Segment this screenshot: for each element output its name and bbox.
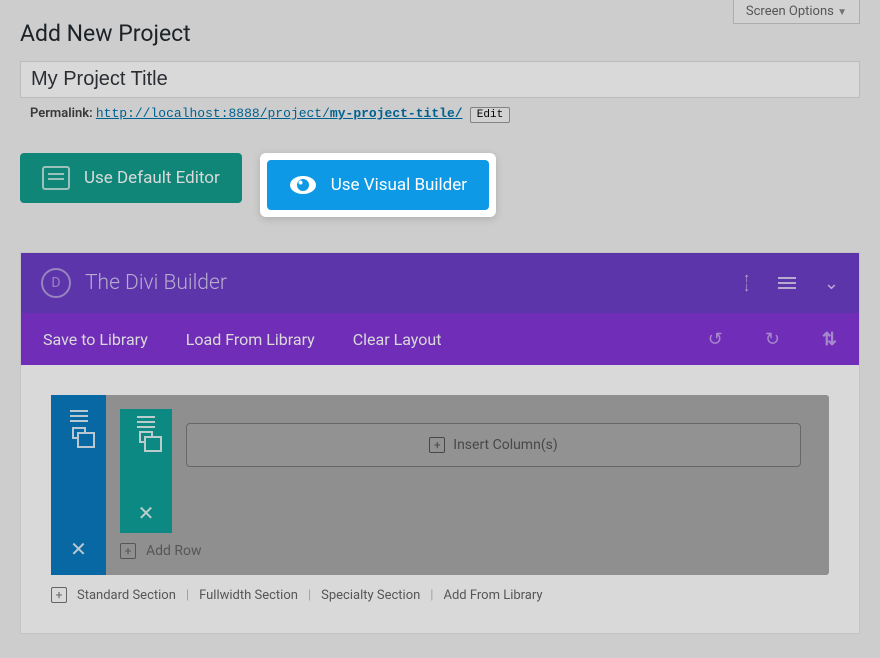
- divi-title: The Divi Builder: [85, 271, 227, 295]
- screen-options-toggle[interactable]: Screen Options: [733, 0, 860, 24]
- swap-icon[interactable]: ↑↓: [743, 274, 750, 292]
- add-row-label: Add Row: [146, 543, 202, 559]
- load-library-button[interactable]: Load From Library: [186, 330, 315, 349]
- permalink-link[interactable]: http://localhost:8888/project/my-project…: [96, 106, 463, 121]
- add-from-library-link[interactable]: Add From Library: [443, 588, 542, 603]
- add-row-button[interactable]: + Add Row: [120, 543, 815, 559]
- row-toolbar: ✕: [120, 409, 172, 533]
- permalink-base: http://localhost:8888/project/: [96, 106, 330, 121]
- visual-builder-label: Use Visual Builder: [331, 175, 467, 195]
- menu-icon[interactable]: [778, 282, 796, 284]
- row-delete-icon[interactable]: ✕: [138, 503, 155, 523]
- screen-options-label: Screen Options: [746, 4, 834, 19]
- editor-icon: [42, 166, 70, 190]
- history-icon[interactable]: ⇅: [822, 329, 837, 350]
- plus-icon: +: [429, 437, 445, 453]
- permalink-slug: my-project-title/: [330, 106, 463, 121]
- page-title: Add New Project: [20, 20, 860, 47]
- permalink-row: Permalink: http://localhost:8888/project…: [20, 106, 860, 123]
- project-title-input[interactable]: [20, 61, 860, 98]
- fullwidth-section-link[interactable]: Fullwidth Section: [199, 588, 298, 603]
- section-toolbar: ✕: [51, 395, 106, 575]
- section-content: ✕ + Insert Column(s) + Add Row: [106, 395, 829, 575]
- section-duplicate-icon[interactable]: [72, 427, 86, 439]
- row-content: + Insert Column(s): [172, 409, 815, 533]
- collapse-icon[interactable]: ⌄: [824, 273, 839, 294]
- divi-builder-panel: D The Divi Builder ↑↓ ⌄ Save to Library …: [20, 252, 860, 634]
- divi-logo-icon: D: [41, 268, 71, 298]
- row-duplicate-icon[interactable]: [139, 431, 153, 443]
- highlighted-frame: Use Visual Builder: [260, 153, 496, 217]
- clear-layout-button[interactable]: Clear Layout: [353, 330, 442, 349]
- undo-icon[interactable]: ↺: [708, 329, 723, 350]
- plus-icon: +: [51, 587, 67, 603]
- divi-canvas: ✕ ✕ + Insert Column(s): [21, 365, 859, 633]
- insert-columns-button[interactable]: + Insert Column(s): [186, 423, 801, 467]
- divi-subheader: Save to Library Load From Library Clear …: [21, 313, 859, 365]
- permalink-label: Permalink:: [30, 106, 93, 121]
- section-settings-icon[interactable]: [70, 415, 88, 417]
- divi-header: D The Divi Builder ↑↓ ⌄: [21, 253, 859, 313]
- eye-icon: [289, 175, 317, 195]
- use-visual-builder-button[interactable]: Use Visual Builder: [267, 160, 489, 210]
- insert-columns-label: Insert Column(s): [453, 437, 557, 453]
- row-settings-icon[interactable]: [137, 421, 155, 423]
- use-default-editor-button[interactable]: Use Default Editor: [20, 153, 242, 203]
- redo-icon[interactable]: ↻: [765, 329, 780, 350]
- section-type-footer: + Standard Section | Fullwidth Section |…: [51, 587, 829, 603]
- row-box: ✕ + Insert Column(s): [120, 409, 815, 533]
- plus-icon: +: [120, 543, 136, 559]
- section-delete-icon[interactable]: ✕: [70, 539, 87, 559]
- specialty-section-link[interactable]: Specialty Section: [321, 588, 420, 603]
- section-box: ✕ ✕ + Insert Column(s): [51, 395, 829, 575]
- edit-permalink-button[interactable]: Edit: [470, 107, 510, 123]
- standard-section-link[interactable]: Standard Section: [77, 588, 176, 603]
- save-library-button[interactable]: Save to Library: [43, 330, 148, 349]
- default-editor-label: Use Default Editor: [84, 168, 220, 188]
